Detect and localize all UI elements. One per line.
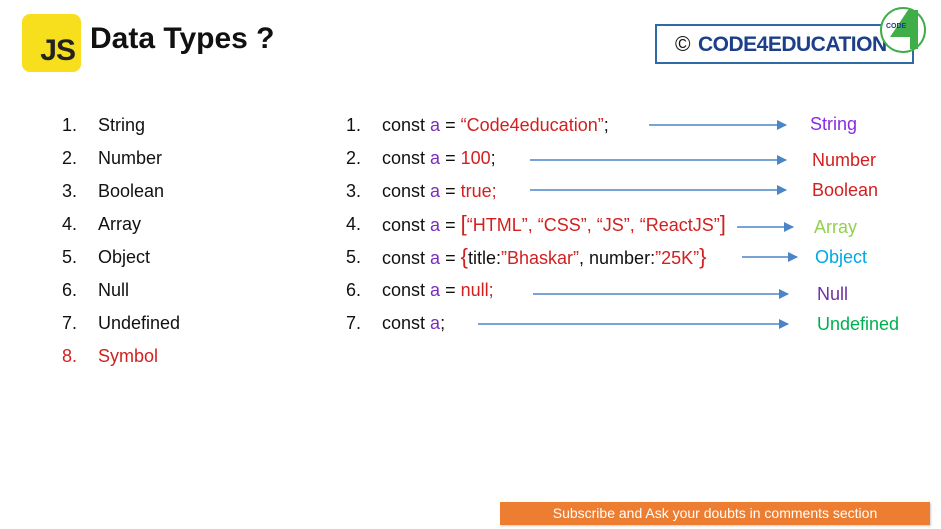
result-label: Object (815, 247, 868, 267)
subscribe-banner: Subscribe and Ask your doubts in comment… (500, 502, 930, 525)
result-label: Null (817, 284, 849, 304)
result-label: Boolean (812, 180, 879, 200)
result-label: Array (814, 217, 858, 237)
result-label: Number (812, 150, 877, 170)
arrow-layer (478, 120, 798, 329)
result-label: String (810, 114, 858, 134)
result-label: Undefined (817, 314, 900, 334)
